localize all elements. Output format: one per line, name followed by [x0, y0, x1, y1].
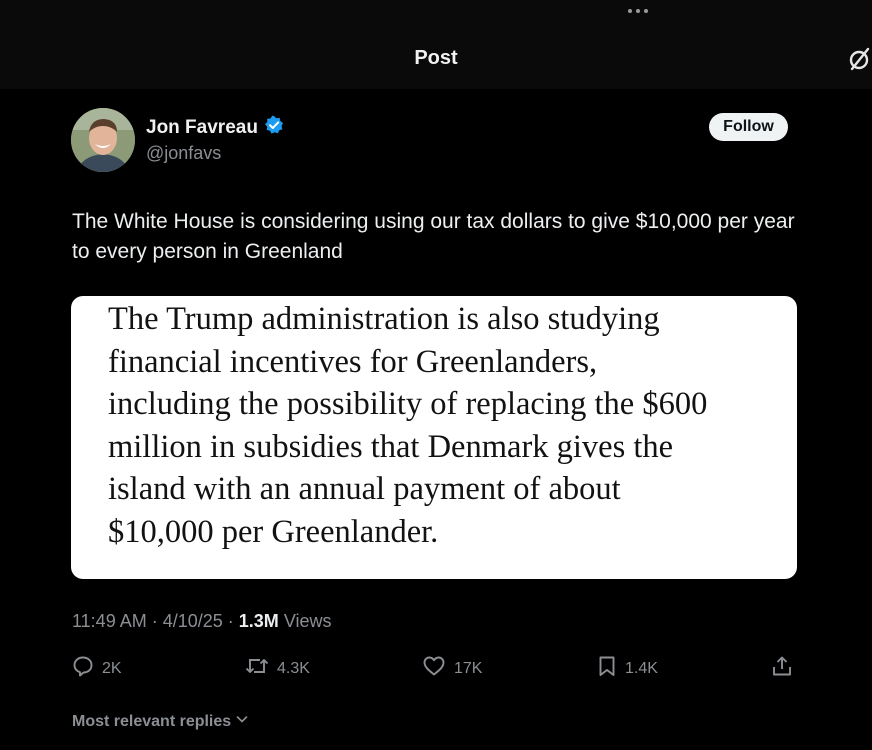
- views-label: Views: [278, 611, 332, 631]
- share-icon: [771, 655, 793, 682]
- tweet-text: The White House is considering using our…: [72, 210, 795, 263]
- author-name-label: Jon Favreau: [146, 117, 258, 138]
- post-date[interactable]: 4/10/25: [163, 611, 223, 631]
- verified-badge-icon: [264, 115, 284, 141]
- avatar[interactable]: [71, 108, 135, 172]
- post-meta: 11:49 AM · 4/10/25 · 1.3M Views: [72, 611, 332, 632]
- like-count: 17K: [454, 659, 483, 677]
- quoted-screenshot-image[interactable]: The Trump administration is also studyin…: [71, 296, 797, 579]
- heart-icon: [422, 655, 446, 682]
- author-handle[interactable]: @jonfavs: [146, 143, 221, 164]
- meta-separator: ·: [222, 611, 239, 631]
- quote-line: The Trump administration is also studyin…: [108, 301, 660, 337]
- reply-count: 2K: [102, 659, 122, 677]
- share-button[interactable]: [771, 655, 793, 682]
- top-bar: Post: [0, 0, 872, 89]
- no-signal-icon[interactable]: [848, 46, 872, 77]
- bookmark-icon: [597, 655, 617, 682]
- meta-separator: ·: [146, 611, 163, 631]
- bookmark-button[interactable]: 1.4K: [597, 655, 658, 682]
- reply-button[interactable]: 2K: [72, 655, 122, 682]
- quote-line: million in subsidies that Denmark gives …: [108, 428, 674, 465]
- quoted-article-text: The Trump administration is also studyin…: [108, 298, 778, 553]
- post-time[interactable]: 11:49 AM: [72, 611, 147, 631]
- views-count: 1.3M: [238, 611, 279, 631]
- replies-sort-dropdown[interactable]: Most relevant replies: [72, 712, 249, 731]
- bookmark-count: 1.4K: [625, 659, 658, 677]
- more-dots-icon[interactable]: [628, 9, 648, 13]
- quote-line: including the possibility of replacing t…: [108, 386, 708, 422]
- page-title: Post: [414, 47, 458, 69]
- quote-line: $10,000 per Greenlander.: [108, 513, 439, 550]
- repost-icon: [245, 655, 269, 682]
- repost-count: 4.3K: [277, 659, 310, 677]
- quote-line: financial incentives for Greenlanders,: [108, 343, 598, 380]
- reply-icon: [72, 655, 94, 682]
- chevron-down-icon: [235, 712, 249, 731]
- repost-button[interactable]: 4.3K: [245, 655, 310, 682]
- replies-sort-label: Most relevant replies: [72, 712, 232, 730]
- quote-line: island with an annual payment of about: [108, 471, 621, 507]
- follow-button[interactable]: Follow: [709, 113, 788, 141]
- author-name[interactable]: Jon Favreau: [146, 115, 284, 141]
- like-button[interactable]: 17K: [422, 655, 482, 682]
